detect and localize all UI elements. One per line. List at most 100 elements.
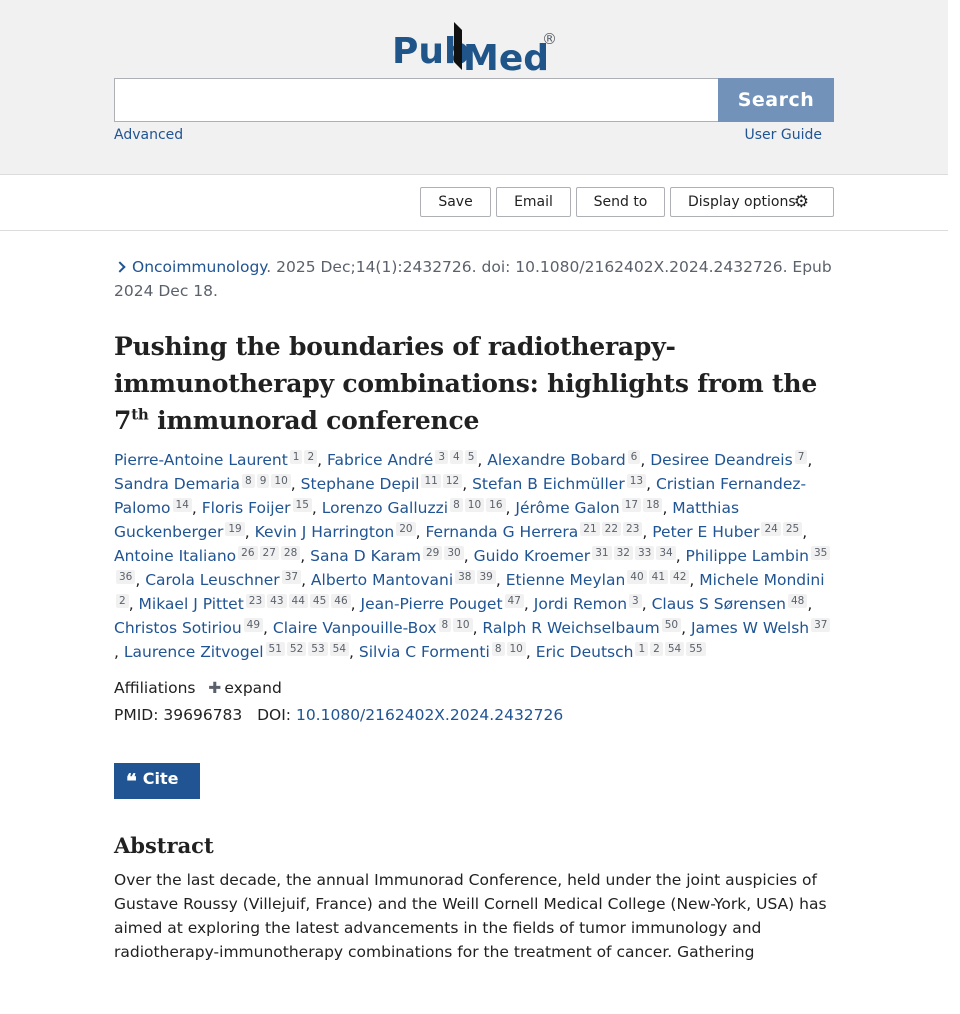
affiliation-number[interactable]: 34	[656, 546, 676, 560]
affiliation-number[interactable]: 2	[116, 594, 129, 608]
author-link[interactable]: Fernanda G Herrera	[425, 523, 578, 541]
affiliation-number[interactable]: 51	[265, 642, 285, 656]
author-link[interactable]: Peter E Huber	[652, 523, 759, 541]
affiliation-number[interactable]: 15	[292, 498, 312, 512]
affiliation-number[interactable]: 3	[435, 450, 449, 464]
affiliation-number[interactable]: 31	[592, 546, 612, 560]
author-link[interactable]: Ralph R Weichselbaum	[482, 619, 659, 637]
affiliation-number[interactable]: 45	[309, 594, 330, 608]
affiliation-number[interactable]: 22	[601, 522, 622, 536]
author-link[interactable]: Pierre-Antoine Laurent	[114, 451, 288, 469]
affiliation-number[interactable]: 8	[450, 498, 463, 512]
affiliation-number[interactable]: 3	[629, 594, 642, 608]
affiliation-number[interactable]: 10	[464, 498, 485, 512]
affiliation-number[interactable]: 54	[329, 642, 350, 656]
affiliation-number[interactable]: 9	[256, 474, 270, 488]
affiliation-number[interactable]: 41	[648, 570, 669, 584]
affiliation-number[interactable]: 20	[396, 522, 416, 536]
author-link[interactable]: Jordi Remon	[534, 595, 627, 613]
affiliation-number[interactable]: 44	[288, 594, 308, 608]
author-link[interactable]: Antoine Italiano	[114, 547, 236, 565]
affiliation-number[interactable]: 2	[304, 450, 318, 464]
affiliation-number[interactable]: 43	[267, 594, 287, 608]
author-link[interactable]: Kevin J Harrington	[255, 523, 395, 541]
affiliation-number[interactable]: 1	[635, 642, 649, 656]
affiliation-number[interactable]: 1	[289, 450, 303, 464]
affiliation-number[interactable]: 24	[761, 522, 781, 536]
author-link[interactable]: Stefan B Eichmüller	[472, 475, 625, 493]
affiliation-number[interactable]: 30	[444, 546, 464, 560]
affiliation-number[interactable]: 53	[308, 642, 328, 656]
affiliation-number[interactable]: 46	[331, 594, 351, 608]
affiliation-number[interactable]: 8	[242, 474, 255, 488]
author-link[interactable]: Jérôme Galon	[515, 499, 619, 517]
affiliation-number[interactable]: 52	[286, 642, 307, 656]
author-link[interactable]: Claire Vanpouille-Box	[273, 619, 437, 637]
affiliation-number[interactable]: 17	[621, 498, 642, 512]
affiliation-number[interactable]: 28	[280, 546, 301, 560]
affiliation-number[interactable]: 4	[450, 450, 463, 464]
author-link[interactable]: Christos Sotiriou	[114, 619, 242, 637]
author-link[interactable]: Etienne Meylan	[506, 571, 626, 589]
author-link[interactable]: Claus S Sørensen	[652, 595, 786, 613]
affiliation-number[interactable]: 7	[794, 450, 808, 464]
affiliation-number[interactable]: 27	[259, 546, 279, 560]
doi-link[interactable]: 10.1080/2162402X.2024.2432726	[296, 706, 563, 724]
cite-button[interactable]: ❝ Cite	[114, 763, 200, 799]
search-input[interactable]	[114, 78, 719, 122]
author-link[interactable]: Alberto Mantovani	[311, 571, 453, 589]
author-link[interactable]: James W Welsh	[691, 619, 809, 637]
author-link[interactable]: Philippe Lambin	[686, 547, 809, 565]
pubmed-logo[interactable]: Pub Med ®	[390, 18, 560, 78]
author-link[interactable]: Alexandre Bobard	[487, 451, 625, 469]
affiliation-number[interactable]: 38	[455, 570, 475, 584]
save-button[interactable]: Save	[420, 187, 491, 217]
affiliation-number[interactable]: 55	[686, 642, 706, 656]
affiliation-number[interactable]: 23	[623, 522, 643, 536]
search-button[interactable]: Search	[718, 78, 834, 122]
author-link[interactable]: Sana D Karam	[310, 547, 421, 565]
affiliation-number[interactable]: 6	[627, 450, 641, 464]
affiliation-number[interactable]: 40	[627, 570, 647, 584]
email-button[interactable]: Email	[496, 187, 571, 217]
affiliation-number[interactable]: 10	[506, 642, 526, 656]
author-link[interactable]: Laurence Zitvogel	[124, 643, 264, 661]
affiliation-number[interactable]: 42	[670, 570, 690, 584]
affiliation-number[interactable]: 54	[664, 642, 685, 656]
affiliation-number[interactable]: 35	[810, 546, 831, 560]
author-link[interactable]: Sandra Demaria	[114, 475, 240, 493]
affiliation-number[interactable]: 36	[116, 570, 136, 584]
display-options-button[interactable]: Display options ⚙	[670, 187, 834, 217]
affiliation-number[interactable]: 23	[245, 594, 266, 608]
author-link[interactable]: Michele Mondini	[699, 571, 824, 589]
affiliation-number[interactable]: 49	[243, 618, 264, 632]
author-link[interactable]: Jean-Pierre Pouget	[361, 595, 503, 613]
affiliation-number[interactable]: 39	[476, 570, 496, 584]
advanced-search-link[interactable]: Advanced	[114, 127, 183, 143]
affiliation-number[interactable]: 13	[626, 474, 647, 488]
affiliation-number[interactable]: 10	[453, 618, 473, 632]
author-link[interactable]: Mikael J Pittet	[139, 595, 244, 613]
journal-link[interactable]: Oncoimmunology	[114, 258, 266, 276]
affiliation-number[interactable]: 5	[464, 450, 478, 464]
affiliation-number[interactable]: 18	[643, 498, 663, 512]
author-link[interactable]: Stephane Depil	[301, 475, 420, 493]
send-to-button[interactable]: Send to	[576, 187, 665, 217]
affiliation-number[interactable]: 37	[811, 618, 831, 632]
affiliation-number[interactable]: 37	[281, 570, 302, 584]
author-link[interactable]: Fabrice André	[327, 451, 433, 469]
affiliation-number[interactable]: 19	[225, 522, 245, 536]
affiliation-number[interactable]: 21	[580, 522, 600, 536]
author-link[interactable]: Guido Kroemer	[474, 547, 591, 565]
affiliation-number[interactable]: 8	[491, 642, 505, 656]
author-link[interactable]: Desiree Deandreis	[650, 451, 792, 469]
author-link[interactable]: Silvia C Formenti	[359, 643, 490, 661]
affiliation-number[interactable]: 10	[271, 474, 291, 488]
author-link[interactable]: Floris Foijer	[202, 499, 291, 517]
affiliation-number[interactable]: 32	[613, 546, 633, 560]
affiliation-number[interactable]: 25	[782, 522, 803, 536]
author-link[interactable]: Eric Deutsch	[536, 643, 634, 661]
affiliation-number[interactable]: 12	[442, 474, 463, 488]
affiliation-number[interactable]: 16	[486, 498, 506, 512]
affiliation-number[interactable]: 47	[504, 594, 524, 608]
